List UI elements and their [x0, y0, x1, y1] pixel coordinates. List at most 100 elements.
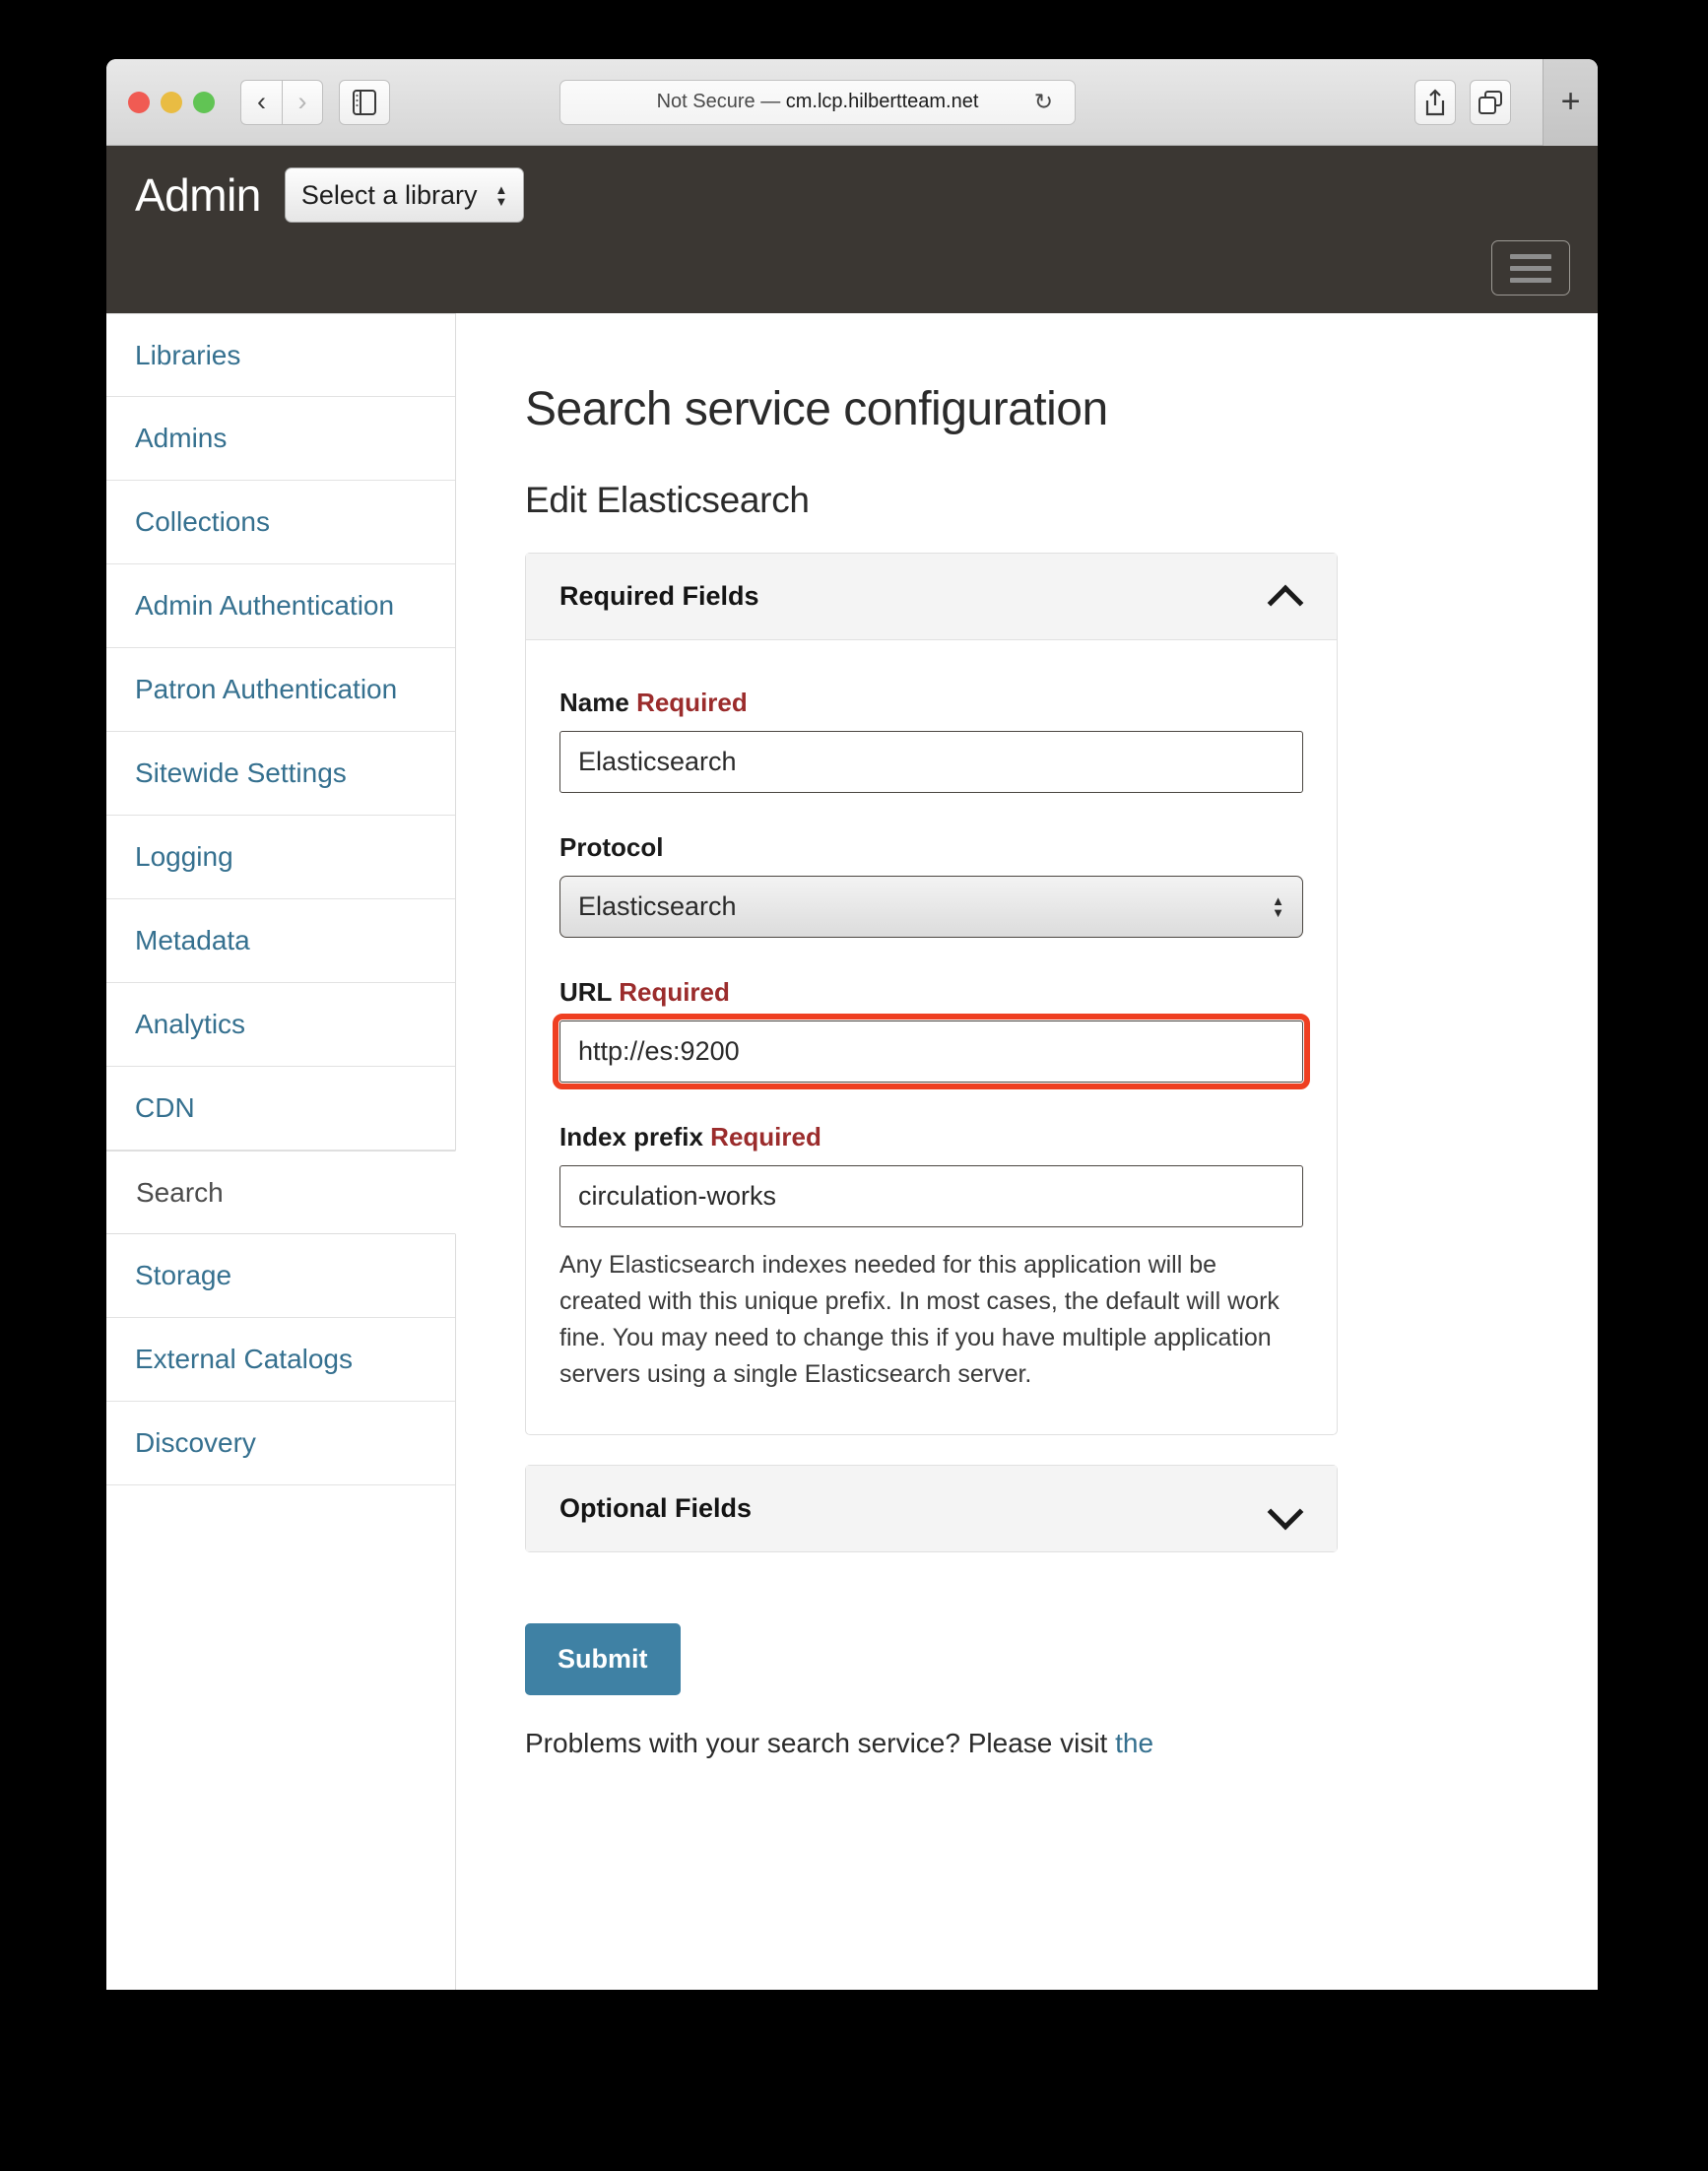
library-select[interactable]: Select a library ▲ ▼ [284, 167, 525, 223]
library-select-value: Select a library [300, 179, 478, 210]
sidebar-item-discovery[interactable]: Discovery [106, 1402, 455, 1485]
sidebar-item-logging[interactable]: Logging [106, 816, 455, 899]
name-input[interactable] [559, 731, 1303, 793]
protocol-field-group: Protocol Elasticsearch ▲ ▼ [559, 832, 1303, 938]
sidebar-item-patron-authentication[interactable]: Patron Authentication [106, 648, 455, 732]
hamburger-icon-bar [1510, 253, 1551, 259]
url-required-badge: Required [619, 977, 730, 1007]
index-prefix-label-text: Index prefix [559, 1122, 703, 1151]
tab-overview-button[interactable] [1470, 79, 1511, 125]
sidebar-item-label: Admins [135, 423, 228, 454]
reload-icon[interactable]: ↻ [1034, 89, 1053, 115]
sidebar-item-search[interactable]: Search [106, 1151, 456, 1234]
menu-toggle-button[interactable] [1491, 240, 1570, 296]
required-fields-panel-header[interactable]: Required Fields [526, 554, 1337, 640]
maximize-window-button[interactable] [193, 91, 215, 113]
sidebar-item-storage[interactable]: Storage [106, 1234, 455, 1318]
protocol-field-label: Protocol [559, 832, 664, 862]
sidebar-item-label: Analytics [135, 1009, 246, 1040]
index-prefix-field-label: Index prefix Required [559, 1122, 1303, 1152]
address-host: cm.lcp.hilbertteam.net [785, 91, 979, 112]
app-header: Admin Select a library ▲ ▼ [106, 146, 1598, 313]
sidebar-item-label: External Catalogs [135, 1344, 354, 1375]
sidebar-item-admin-authentication[interactable]: Admin Authentication [106, 564, 455, 648]
sidebar-item-label: CDN [135, 1092, 195, 1124]
url-label-text: URL [559, 977, 612, 1007]
back-arrow-icon: ‹ [257, 87, 266, 116]
sidebar-item-metadata[interactable]: Metadata [106, 899, 455, 983]
sidebar-item-label: Discovery [135, 1427, 256, 1459]
plus-icon: + [1560, 83, 1581, 120]
select-arrows-icon: ▲ ▼ [1272, 893, 1284, 920]
chevron-up-icon[interactable] [1270, 587, 1303, 607]
address-bar[interactable]: Not Secure — cm.lcp.hilbertteam.net ↻ [559, 79, 1076, 125]
sidebar-item-cdn[interactable]: CDN [106, 1067, 455, 1151]
address-bar-text: Not Secure — cm.lcp.hilbertteam.net [657, 91, 979, 113]
app-body: Libraries Admins Collections Admin Authenti… [106, 313, 1598, 1990]
sidebar-item-external-catalogs[interactable]: External Catalogs [106, 1318, 455, 1402]
close-window-button[interactable] [128, 91, 150, 113]
sidebar-item-label: Libraries [135, 339, 241, 370]
sidebar-item-label: Metadata [135, 925, 250, 956]
navigation-buttons: ‹ › [240, 79, 323, 125]
sidebar-item-label: Patron Authentication [135, 674, 398, 705]
sidebar-item-label: Search [136, 1176, 224, 1208]
required-fields-panel: Required Fields Name Required Protocol E… [525, 553, 1338, 1435]
main-content: Search service configuration Edit Elasti… [456, 313, 1598, 1990]
protocol-select-value: Elasticsearch [578, 891, 737, 921]
share-icon [1425, 88, 1445, 115]
sidebar-item-label: Collections [135, 506, 270, 538]
chevron-down-icon[interactable] [1270, 1499, 1303, 1519]
brand-row: Admin Select a library ▲ ▼ [134, 146, 1570, 223]
sidebar-item-sitewide-settings[interactable]: Sitewide Settings [106, 732, 455, 816]
optional-fields-panel-title: Optional Fields [559, 1493, 753, 1523]
security-status-text: Not Secure — [656, 91, 786, 112]
protocol-select[interactable]: Elasticsearch ▲ ▼ [559, 876, 1303, 938]
hamburger-icon-bar [1510, 265, 1551, 271]
index-prefix-field-group: Index prefix Required Any Elasticsearch … [559, 1122, 1303, 1393]
new-tab-button[interactable]: + [1543, 59, 1598, 146]
sidebar-icon [353, 89, 376, 115]
optional-fields-panel: Optional Fields [525, 1465, 1338, 1552]
hamburger-icon-bar [1510, 277, 1551, 283]
index-prefix-help-text: Any Elasticsearch indexes needed for thi… [559, 1251, 1280, 1388]
browser-window: ‹ › Not Secure — cm.lcp.hilbertteam.net … [106, 59, 1598, 1990]
sidebar-toggle-button[interactable] [339, 79, 390, 125]
sidebar-item-label: Logging [135, 841, 233, 873]
url-field-group: URL Required [553, 977, 1310, 1089]
required-fields-panel-title: Required Fields [559, 581, 759, 611]
section-title: Edit Elasticsearch [525, 480, 810, 520]
tabs-icon [1478, 90, 1502, 114]
name-field-label: Name Required [559, 688, 1303, 718]
name-required-badge: Required [636, 688, 748, 717]
name-label-text: Name [559, 688, 629, 717]
sidebar-item-label: Admin Authentication [135, 590, 395, 622]
forward-arrow-icon: › [297, 87, 307, 116]
optional-fields-panel-header[interactable]: Optional Fields [526, 1466, 1337, 1551]
browser-toolbar: ‹ › Not Secure — cm.lcp.hilbertteam.net … [106, 59, 1598, 146]
app-title: Admin [135, 169, 261, 221]
submit-button[interactable]: Submit [525, 1623, 681, 1695]
sidebar-item-libraries[interactable]: Libraries [106, 313, 455, 397]
page-title: Search service configuration [525, 383, 1108, 435]
sidebar-nav: Libraries Admins Collections Admin Authenti… [106, 313, 456, 1990]
sidebar-item-label: Sitewide Settings [135, 757, 347, 789]
minimize-window-button[interactable] [161, 91, 182, 113]
footer-note-text: Problems with your search service? Pleas… [525, 1728, 1116, 1758]
name-field-group: Name Required [559, 688, 1303, 793]
url-field-label: URL Required [559, 977, 1303, 1008]
back-button[interactable]: ‹ [240, 79, 282, 125]
sidebar-item-analytics[interactable]: Analytics [106, 983, 455, 1067]
index-prefix-required-badge: Required [710, 1122, 821, 1151]
window-controls [128, 91, 215, 113]
sidebar-item-collections[interactable]: Collections [106, 481, 455, 564]
forward-button[interactable]: › [282, 79, 323, 125]
index-prefix-input[interactable] [559, 1165, 1303, 1227]
toolbar-right-group: + [1414, 59, 1598, 146]
select-arrows-icon: ▲ ▼ [494, 181, 508, 209]
share-button[interactable] [1414, 79, 1456, 125]
url-input[interactable] [553, 1014, 1310, 1089]
sidebar-item-admins[interactable]: Admins [106, 397, 455, 481]
footer-note: Problems with your search service? Pleas… [525, 1728, 1598, 1759]
footer-link[interactable]: the [1115, 1728, 1153, 1758]
